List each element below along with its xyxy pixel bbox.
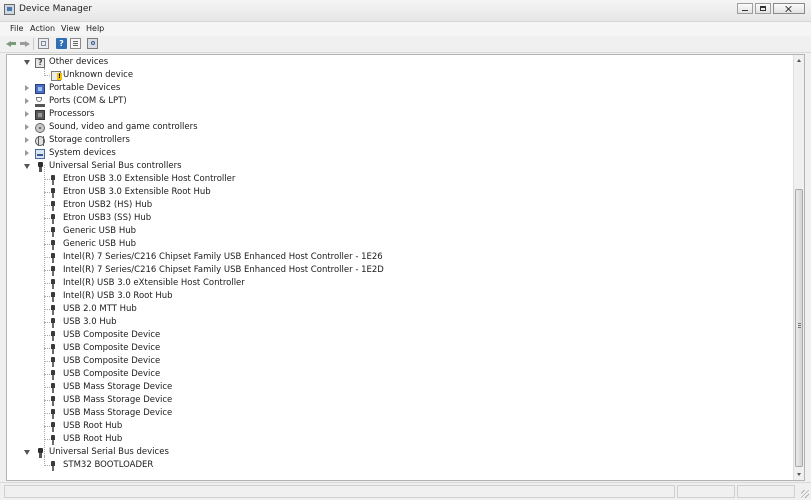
status-bar [0,482,811,500]
tree-row-category[interactable]: Portable Devices [7,82,792,95]
usb-device-icon [50,344,56,354]
title-bar: Device Manager [0,0,811,22]
tree-row-device[interactable]: USB Composite Device [7,329,792,342]
usb-device-icon [50,253,56,263]
tree-row-device[interactable]: Intel(R) USB 3.0 eXtensible Host Control… [7,277,792,290]
usb-device-icon [50,175,56,185]
toolbar: ? [0,36,811,53]
tree-row-device[interactable]: USB Composite Device [7,355,792,368]
window-title: Device Manager [19,4,93,14]
tree-row-category[interactable]: Sound, video and game controllers [7,121,792,134]
resize-grip[interactable] [801,490,809,498]
usb-device-icon [50,266,56,276]
usb-device-icon [50,279,56,289]
processor-icon [35,110,45,120]
tree-row-device[interactable]: USB Mass Storage Device [7,394,792,407]
tree-row-device[interactable]: Etron USB 3.0 Extensible Root Hub [7,186,792,199]
menu-action[interactable]: Action [30,24,55,33]
portable-devices-icon [35,84,45,94]
close-button[interactable] [773,3,805,14]
tree-row-device[interactable]: Intel(R) USB 3.0 Root Hub [7,290,792,303]
unknown-device-warning-icon [51,71,62,81]
help-icon[interactable]: ? [56,38,67,49]
usb-devices-icon [37,448,44,458]
console-tree-icon[interactable] [38,38,49,49]
other-devices-icon [35,56,45,69]
status-cell [677,485,735,498]
usb-device-icon [50,370,56,380]
tree-row-device[interactable]: USB 3.0 Hub [7,316,792,329]
tree-row-device[interactable]: USB 2.0 MTT Hub [7,303,792,316]
tree-row-device[interactable]: Intel(R) 7 Series/C216 Chipset Family US… [7,264,792,277]
usb-device-icon [50,357,56,367]
minimize-button[interactable] [737,3,753,14]
tree-row-device[interactable]: Generic USB Hub [7,225,792,238]
usb-device-icon [50,305,56,315]
tree-row-device[interactable]: USB Root Hub [7,433,792,446]
usb-device-icon [50,409,56,419]
usb-controllers-icon [37,162,44,172]
usb-device-icon [50,292,56,302]
tree-row-category[interactable]: System devices [7,147,792,160]
tree-row-category[interactable]: Other devices [7,56,792,69]
tree-row-device[interactable]: USB Composite Device [7,368,792,381]
usb-device-icon [50,461,56,471]
tree-row-device[interactable]: STM32 BOOTLOADER [7,459,792,472]
device-tree[interactable]: Other devices Unknown device Portable De… [6,54,805,481]
scroll-up-arrow-icon[interactable] [794,55,804,65]
back-arrow-icon[interactable] [6,38,17,49]
tree-row-device[interactable]: Unknown device [7,69,792,82]
tree-row-category[interactable]: Ports (COM & LPT) [7,95,792,108]
tree-row-category[interactable]: Universal Serial Bus devices [7,446,792,459]
scan-hardware-icon[interactable] [87,38,98,49]
menu-view[interactable]: View [61,24,80,33]
usb-device-icon [50,383,56,393]
tree-row-device[interactable]: Etron USB 3.0 Extensible Host Controller [7,173,792,186]
system-devices-icon [35,149,45,159]
scrollbar-thumb[interactable] [795,189,803,467]
status-cell [4,485,675,498]
tree-row-category[interactable]: Universal Serial Bus controllers [7,160,792,173]
menu-help[interactable]: Help [86,24,104,33]
usb-device-icon [50,214,56,224]
toolbar-separator [33,38,34,50]
menu-file[interactable]: File [10,24,23,33]
usb-device-icon [50,240,56,250]
usb-device-icon [50,396,56,406]
ports-icon [35,97,45,107]
usb-device-icon [50,422,56,432]
device-manager-icon [4,4,15,15]
status-cell [737,485,795,498]
tree-row-device[interactable]: USB Mass Storage Device [7,381,792,394]
usb-device-icon [50,188,56,198]
usb-device-icon [50,331,56,341]
tree-row-device[interactable]: Etron USB2 (HS) Hub [7,199,792,212]
tree-row-category[interactable]: Storage controllers [7,134,792,147]
menu-bar: File Action View Help [0,22,811,36]
usb-device-icon [50,435,56,445]
storage-controller-icon [35,136,45,146]
tree-row-device[interactable]: USB Root Hub [7,420,792,433]
forward-arrow-icon[interactable] [19,38,30,49]
tree-row-device[interactable]: Intel(R) 7 Series/C216 Chipset Family US… [7,251,792,264]
usb-device-icon [50,201,56,211]
tree-row-device[interactable]: Etron USB3 (SS) Hub [7,212,792,225]
scroll-down-arrow-icon[interactable] [794,470,804,480]
tree-row-device[interactable]: USB Composite Device [7,342,792,355]
properties-icon[interactable] [70,38,81,49]
tree-row-device[interactable]: Generic USB Hub [7,238,792,251]
usb-device-icon [50,227,56,237]
tree-row-category[interactable]: Processors [7,108,792,121]
vertical-scrollbar[interactable] [793,55,804,480]
sound-icon [35,123,45,133]
usb-device-icon [50,318,56,328]
tree-row-device[interactable]: USB Mass Storage Device [7,407,792,420]
device-tree-rows: Other devices Unknown device Portable De… [7,55,792,480]
maximize-button[interactable] [755,3,771,14]
